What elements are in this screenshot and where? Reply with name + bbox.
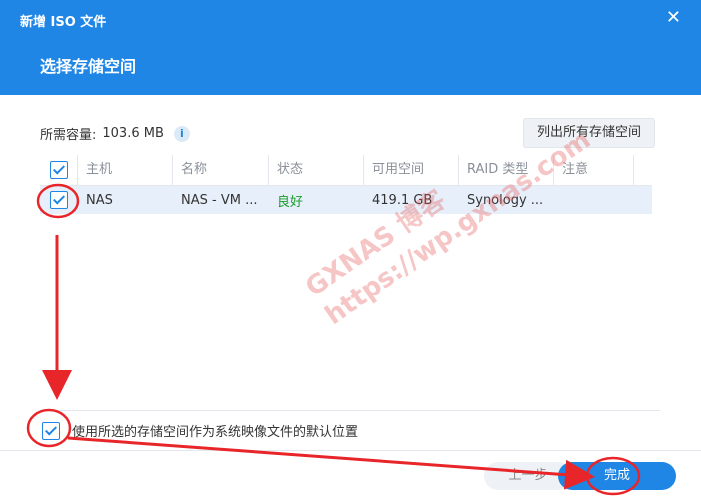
- row-checkbox[interactable]: [50, 191, 68, 209]
- select-all-checkbox[interactable]: [50, 160, 68, 179]
- cell-status: 良好: [277, 194, 304, 210]
- column-header[interactable]: RAID 类型: [459, 155, 554, 185]
- column-header[interactable]: 主机: [78, 155, 173, 185]
- default-location-checkbox[interactable]: [42, 421, 60, 440]
- storage-table: 主机 名称 状态 可用空间 RAID 类型 注意 NAS NAS - VM ..…: [40, 155, 652, 214]
- window-title: 新增 ISO 文件: [20, 15, 107, 30]
- row-checkbox-cell[interactable]: [40, 191, 78, 209]
- column-header[interactable]: 可用空间: [364, 155, 459, 185]
- required-capacity: 所需容量: 103.6 MB i: [40, 124, 190, 143]
- column-header[interactable]: 注意: [554, 155, 634, 185]
- cell-name: NAS - VM ...: [181, 192, 258, 208]
- default-location-option[interactable]: 使用所选的存储空间作为系统映像文件的默认位置: [42, 421, 358, 440]
- list-all-storage-button[interactable]: 列出所有存储空间: [523, 118, 655, 148]
- finish-button[interactable]: 完成: [558, 462, 676, 490]
- section-title: 选择存储空间: [40, 57, 137, 76]
- dialog-header: 新增 ISO 文件 ✕ 选择存储空间: [0, 0, 701, 95]
- divider: [40, 410, 660, 411]
- close-icon[interactable]: ✕: [666, 8, 681, 28]
- info-icon[interactable]: i: [173, 125, 190, 142]
- column-header[interactable]: 名称: [173, 155, 269, 185]
- cell-raid-type: Synology ...: [467, 192, 544, 208]
- required-capacity-value: 103.6 MB: [102, 126, 164, 141]
- default-location-label: 使用所选的存储空间作为系统映像文件的默认位置: [72, 425, 359, 440]
- table-header: 主机 名称 状态 可用空间 RAID 类型 注意: [40, 155, 652, 186]
- column-header[interactable]: 状态: [269, 155, 364, 185]
- cell-host: NAS: [86, 192, 113, 208]
- select-all-checkbox-cell[interactable]: [40, 155, 78, 185]
- required-capacity-label: 所需容量:: [40, 128, 97, 143]
- cell-free-space: 419.1 GB: [372, 192, 433, 208]
- footer-divider: [0, 450, 701, 451]
- table-row[interactable]: NAS NAS - VM ... 良好 419.1 GB Synology ..…: [40, 186, 652, 214]
